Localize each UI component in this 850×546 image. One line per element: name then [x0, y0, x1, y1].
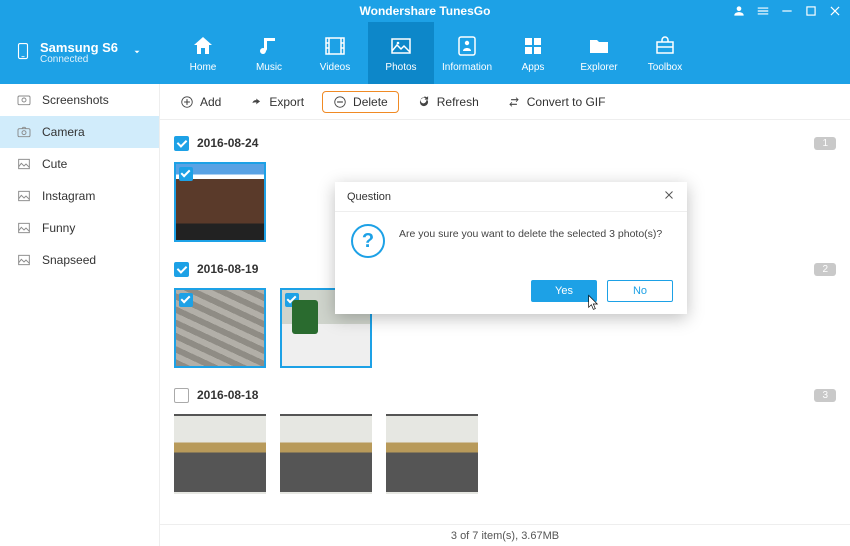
no-button[interactable]: No: [607, 280, 673, 302]
confirm-dialog: Question ? Are you sure you want to dele…: [335, 182, 687, 314]
question-icon: ?: [351, 224, 385, 258]
dialog-message: Are you sure you want to delete the sele…: [399, 224, 662, 240]
dialog-title: Question: [347, 191, 391, 203]
dialog-body: ? Are you sure you want to delete the se…: [335, 212, 687, 280]
dialog-header: Question: [335, 182, 687, 212]
dialog-close-button[interactable]: [663, 189, 675, 204]
yes-button[interactable]: Yes: [531, 280, 597, 302]
dialog-buttons: Yes No: [335, 280, 687, 314]
